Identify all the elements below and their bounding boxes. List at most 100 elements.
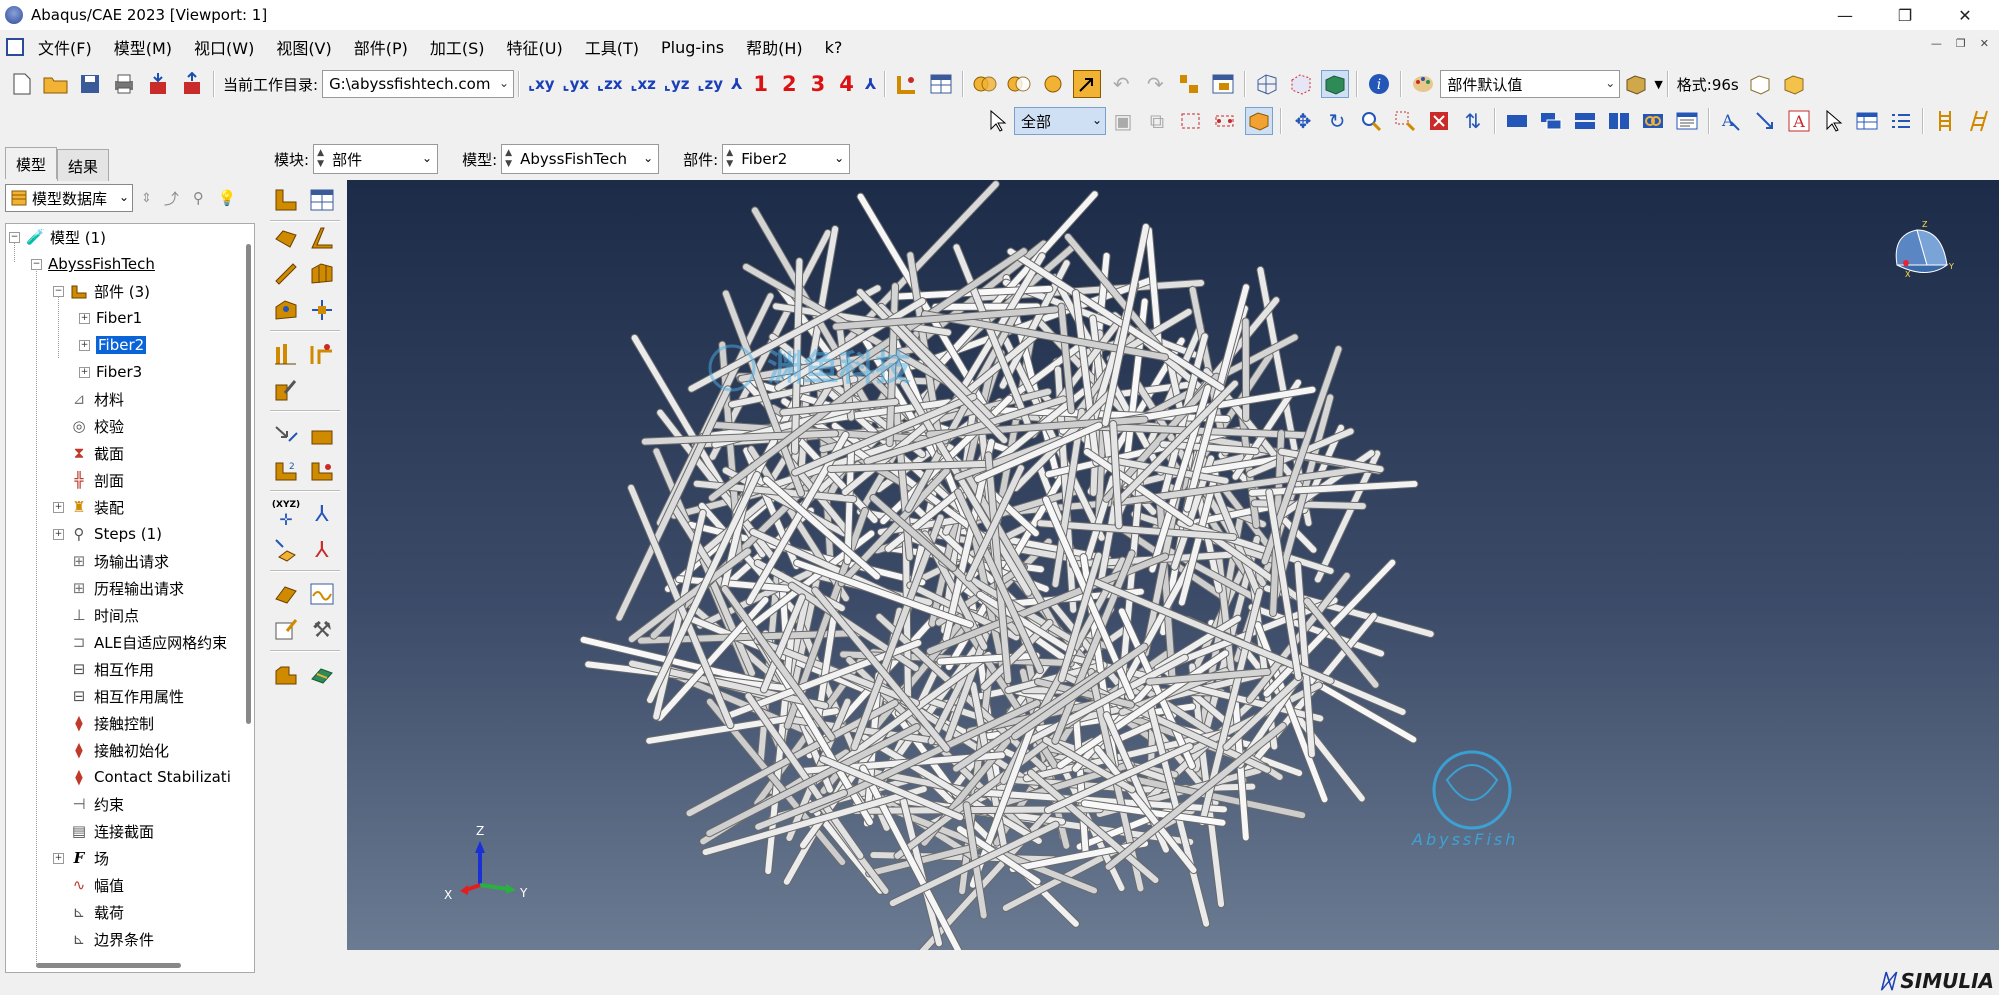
tree-item-materials[interactable]: ⊿ 材料 bbox=[70, 386, 124, 412]
view-xz-icon[interactable]: ⌞xz bbox=[630, 75, 655, 93]
extrude-solid-icon[interactable] bbox=[270, 222, 302, 254]
tree-item-contact-controls[interactable]: ⧫ 接触控制 bbox=[70, 710, 154, 736]
box-select-icon[interactable] bbox=[1177, 107, 1205, 135]
link-viewports-icon[interactable] bbox=[1639, 107, 1667, 135]
view-yz-icon[interactable]: ⌞yz bbox=[664, 75, 690, 93]
sketch-icon[interactable] bbox=[270, 418, 302, 450]
tree-item-loads[interactable]: ⊾ 载荷 bbox=[70, 899, 124, 925]
module-combo[interactable]: ▲ ▼ 部件 ⌄ bbox=[313, 144, 439, 174]
tree-item-contact-stabilization[interactable]: ⧫ Contact Stabilizati bbox=[70, 764, 231, 790]
view-4-button[interactable]: 4 bbox=[839, 72, 854, 96]
view-1-button[interactable]: 1 bbox=[753, 72, 768, 96]
tree-horizontal-scrollbar[interactable] bbox=[36, 963, 181, 968]
cube-outline-icon[interactable] bbox=[1746, 70, 1774, 98]
point-icon[interactable] bbox=[306, 338, 338, 370]
box-zoom-icon[interactable] bbox=[1391, 107, 1419, 135]
wireframe-icon[interactable] bbox=[1253, 70, 1281, 98]
create-part-icon[interactable] bbox=[270, 184, 302, 216]
shaded-icon[interactable] bbox=[1321, 70, 1350, 98]
layout-single-icon[interactable] bbox=[1503, 107, 1531, 135]
tree-item-assembly[interactable]: + ♜ 装配 bbox=[53, 494, 124, 520]
partition-icon[interactable] bbox=[306, 258, 338, 290]
menu-viewport[interactable]: 视口(W) bbox=[194, 35, 254, 59]
view-xy-icon[interactable]: ⌞xy bbox=[528, 75, 554, 93]
mdi-restore-icon[interactable]: ❐ bbox=[1956, 37, 1966, 50]
view-2-button[interactable]: 2 bbox=[782, 72, 797, 96]
new-file-icon[interactable] bbox=[8, 70, 36, 98]
render-options-icon[interactable] bbox=[1623, 70, 1651, 98]
tree-vertical-scrollbar[interactable] bbox=[246, 244, 251, 724]
datum-plane-icon[interactable] bbox=[270, 534, 302, 566]
render-style-combo[interactable]: 部件默认值 ⌄ bbox=[1440, 70, 1621, 98]
tree-filter-icon[interactable]: ⚲ bbox=[193, 189, 204, 207]
color-palette-icon[interactable] bbox=[1409, 70, 1437, 98]
import-icon[interactable] bbox=[144, 70, 172, 98]
collapse-icon[interactable]: − bbox=[31, 258, 42, 270]
cut-icon[interactable] bbox=[270, 258, 302, 290]
menu-file[interactable]: 文件(F) bbox=[38, 35, 92, 59]
datum-axis-icon[interactable]: ⅄ bbox=[306, 498, 338, 530]
select-mode-icon[interactable] bbox=[1073, 70, 1102, 98]
edit-feature-icon[interactable] bbox=[270, 578, 302, 610]
tree-item-time-points[interactable]: ⊥ 时间点 bbox=[70, 602, 139, 628]
mdi-close-icon[interactable]: ✕ bbox=[1980, 37, 1989, 50]
mesh-part-icon[interactable] bbox=[306, 658, 338, 690]
datum-csys-icon[interactable]: (XYZ) ✛ bbox=[270, 498, 302, 530]
expand-icon[interactable]: + bbox=[79, 366, 90, 378]
tree-item-connector-sections[interactable]: ▤ 连接截面 bbox=[70, 818, 154, 844]
menu-model[interactable]: 模型(M) bbox=[114, 35, 172, 59]
tree-item-fiber1[interactable]: + Fiber1 bbox=[79, 305, 142, 331]
tools-wrench-icon[interactable]: ⚒ bbox=[306, 614, 338, 646]
pointer-select-icon[interactable] bbox=[1819, 107, 1847, 135]
display-group-icon[interactable] bbox=[1209, 70, 1237, 98]
merge-icon[interactable] bbox=[1005, 70, 1033, 98]
tree-item-steps[interactable]: + ⚲ Steps (1) bbox=[53, 521, 162, 547]
tab-results[interactable]: 结果 bbox=[57, 149, 110, 181]
tree-item-parts[interactable]: − 部件 (3) bbox=[53, 278, 150, 304]
open-folder-icon[interactable] bbox=[42, 70, 70, 98]
move-up-down-icon[interactable]: ⇕ bbox=[141, 191, 152, 206]
mdi-minimize-icon[interactable]: — bbox=[1931, 37, 1942, 50]
tree-item-fiber3[interactable]: + Fiber3 bbox=[79, 359, 142, 385]
expand-icon[interactable]: + bbox=[79, 339, 90, 351]
selection-filter-combo[interactable]: 全部 ⌄ bbox=[1014, 107, 1106, 135]
zoom-icon[interactable] bbox=[1357, 107, 1385, 135]
menu-view[interactable]: 视图(V) bbox=[276, 35, 331, 59]
undo-icon[interactable]: ↶ bbox=[1107, 70, 1135, 98]
datum-icon[interactable] bbox=[306, 294, 338, 326]
boolean-icon[interactable] bbox=[971, 70, 999, 98]
tree-item-bcs[interactable]: ⊾ 边界条件 bbox=[70, 926, 154, 952]
context-help-button[interactable]: k? bbox=[825, 38, 843, 57]
layout-horizontal-icon[interactable] bbox=[1571, 107, 1599, 135]
tree-item-abyssfishtech[interactable]: − AbyssFishTech bbox=[31, 251, 155, 277]
round-icon[interactable] bbox=[270, 294, 302, 326]
model-combo[interactable]: ▲ ▼ AbyssFishTech ⌄ bbox=[501, 144, 660, 174]
tree-item-fiber2[interactable]: + Fiber2 bbox=[79, 332, 148, 358]
expand-icon[interactable]: + bbox=[53, 501, 64, 513]
tree-item-interaction-properties[interactable]: ⊟ 相互作用属性 bbox=[70, 683, 184, 709]
collapse-icon[interactable]: − bbox=[9, 231, 20, 243]
tree-item-constraints[interactable]: ⊣ 约束 bbox=[70, 791, 124, 817]
workdir-combo[interactable]: G:\abyssfishtech.com ⌄ bbox=[322, 70, 515, 98]
expand-icon[interactable]: + bbox=[79, 312, 90, 324]
surface-icon[interactable] bbox=[306, 454, 338, 486]
tree-item-field-output[interactable]: ⊞ 场输出请求 bbox=[70, 548, 169, 574]
menu-plugins[interactable]: Plug-ins bbox=[661, 38, 724, 57]
rotate-icon[interactable]: ↻ bbox=[1323, 107, 1351, 135]
tree-item-fields[interactable]: + F 场 bbox=[53, 845, 109, 871]
menu-shape[interactable]: 加工(S) bbox=[430, 35, 485, 59]
close-button[interactable]: ✕ bbox=[1935, 0, 1995, 30]
menu-tools[interactable]: 工具(T) bbox=[585, 35, 639, 59]
view-yx-icon[interactable]: ⌞yx bbox=[563, 75, 589, 93]
tree-item-interactions[interactable]: ⊟ 相互作用 bbox=[70, 656, 154, 682]
menu-part[interactable]: 部件(P) bbox=[354, 35, 408, 59]
collapse-icon[interactable]: − bbox=[53, 285, 64, 297]
view-orientation-icon[interactable]: Z X Y bbox=[1895, 220, 1954, 279]
sphere-icon[interactable] bbox=[1039, 70, 1067, 98]
sketch-plane-icon[interactable] bbox=[306, 418, 338, 450]
pointer-icon[interactable] bbox=[983, 107, 1011, 135]
tab-model[interactable]: 模型 bbox=[5, 147, 58, 179]
auto-fit-icon[interactable] bbox=[1425, 107, 1453, 135]
table-icon[interactable] bbox=[927, 70, 955, 98]
lightbulb-icon[interactable]: 💡 bbox=[218, 189, 237, 207]
